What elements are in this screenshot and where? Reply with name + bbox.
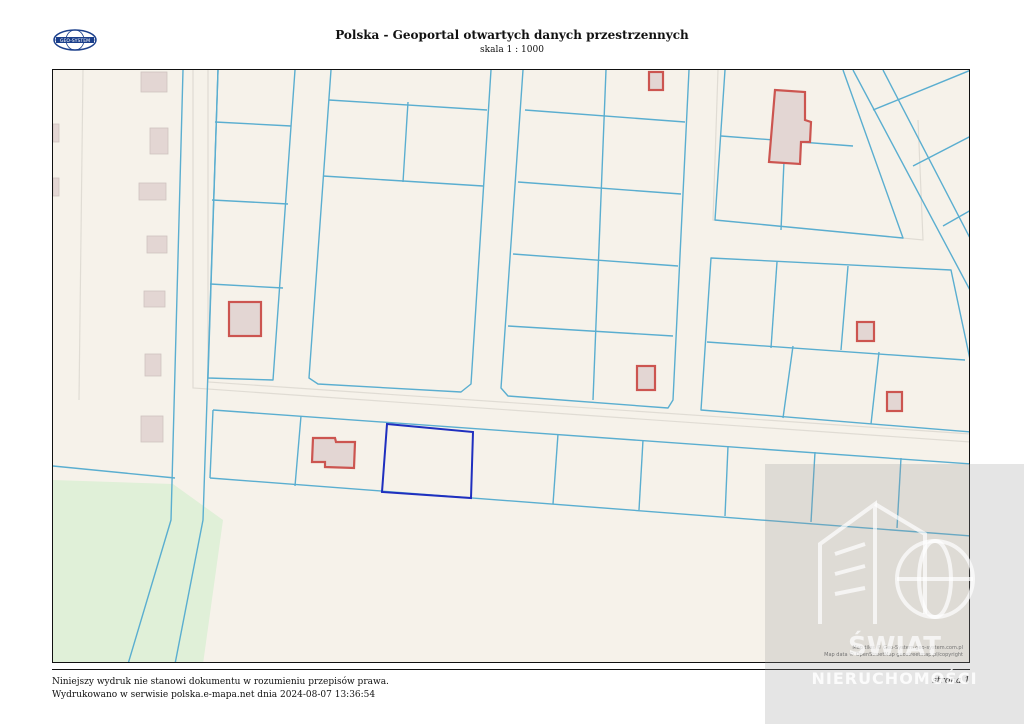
parcel-line xyxy=(552,433,559,505)
building xyxy=(143,290,166,308)
selected-parcel xyxy=(380,422,475,500)
parcel-line xyxy=(872,70,969,111)
parcel-line xyxy=(592,70,607,401)
parcel-line xyxy=(638,439,644,511)
watermark-subtitle: NIERUCHOMOŚCI xyxy=(811,669,978,688)
parcel-line xyxy=(294,415,302,487)
building xyxy=(146,235,168,254)
footer-text: Niniejszy wydruk nie stanowi dokumentu w… xyxy=(52,676,389,702)
parcel-line xyxy=(507,325,674,337)
parcel-line xyxy=(882,70,969,238)
parcel-line xyxy=(209,409,214,479)
building-registered xyxy=(310,436,357,470)
parcel-line xyxy=(770,261,778,349)
building xyxy=(53,177,60,197)
parcel-line xyxy=(852,70,969,290)
parcel-line xyxy=(512,253,679,267)
parcel-line xyxy=(706,341,966,361)
road-edge xyxy=(207,70,969,435)
page-title: Polska - Geoportal otwartych danych prze… xyxy=(335,28,689,42)
road-edge xyxy=(78,70,84,401)
watermark: ŚWIAT NIERUCHOMOŚCI xyxy=(765,464,1024,724)
printed-info: Wydrukowano w serwisie polska.e-mapa.net… xyxy=(52,690,376,700)
parcel-line xyxy=(870,351,880,425)
building-registered xyxy=(855,320,876,343)
parcel-line xyxy=(840,265,849,351)
building-registered xyxy=(885,390,904,413)
building xyxy=(138,182,167,201)
green-area xyxy=(53,480,223,662)
parcel-line xyxy=(402,101,409,183)
building xyxy=(144,353,162,377)
building-registered xyxy=(767,88,813,166)
watermark-title: ŚWIAT xyxy=(848,632,941,662)
building-registered xyxy=(227,300,263,338)
parcel-line xyxy=(211,199,289,205)
parcel-line xyxy=(209,283,284,289)
building-registered xyxy=(635,364,657,392)
road-edge xyxy=(192,70,969,443)
building xyxy=(140,415,164,443)
building-registered xyxy=(647,70,665,92)
map-scale: skala 1 : 1000 xyxy=(480,45,544,55)
building xyxy=(140,71,168,93)
parcel-line xyxy=(714,70,904,239)
building xyxy=(149,127,169,155)
disclaimer-text: Niniejszy wydruk nie stanowi dokumentu w… xyxy=(52,677,389,687)
parcel-line xyxy=(782,345,794,419)
building xyxy=(53,123,60,143)
parcel-line xyxy=(912,136,969,167)
road-edge xyxy=(712,70,924,241)
parcel-line xyxy=(308,70,492,393)
parcel-line xyxy=(53,465,176,479)
parcel-line xyxy=(214,121,292,127)
parcel-line xyxy=(724,445,729,517)
parcel-line xyxy=(517,181,682,195)
